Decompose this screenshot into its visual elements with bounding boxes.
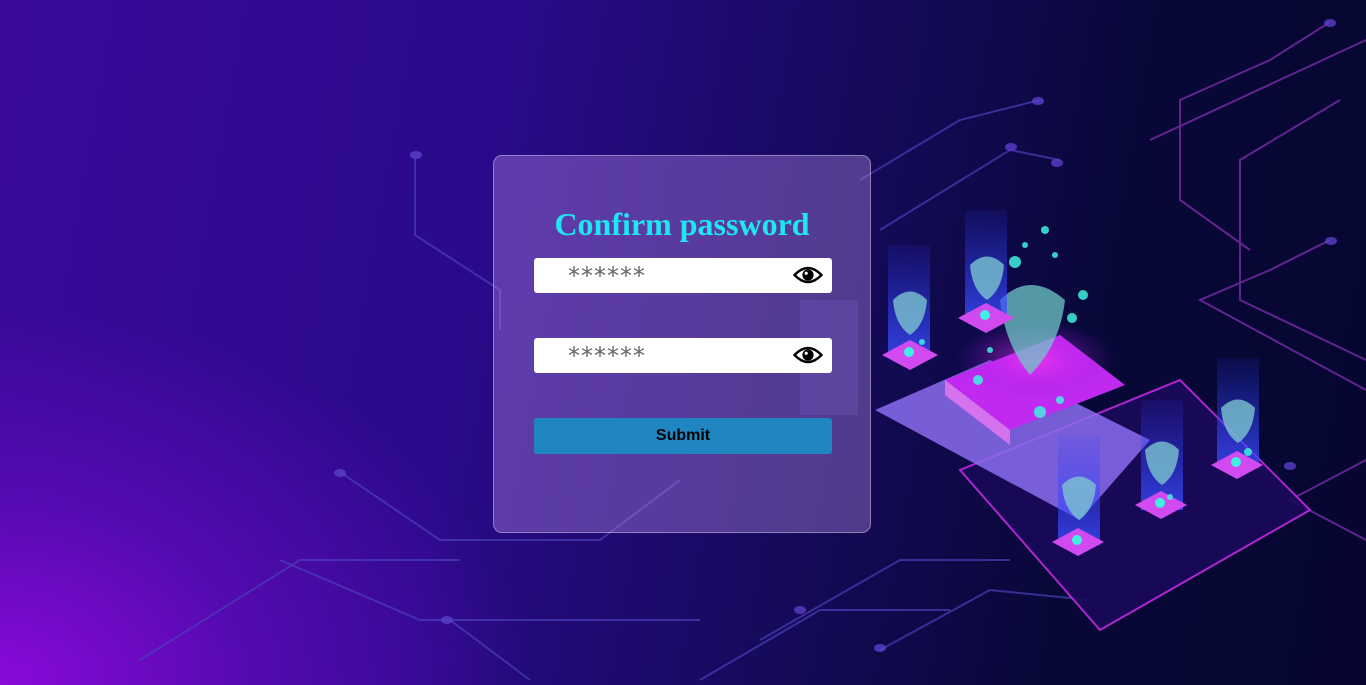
eye-icon[interactable] <box>793 343 823 367</box>
confirm-password-field <box>534 338 832 373</box>
title-container: Confirm password <box>493 204 871 244</box>
password-field <box>534 258 832 293</box>
page-title: Confirm password <box>554 206 810 242</box>
confirm-password-input[interactable] <box>534 338 784 373</box>
eye-icon[interactable] <box>793 263 823 287</box>
submit-button[interactable]: Submit <box>534 418 832 454</box>
password-input[interactable] <box>534 258 784 293</box>
